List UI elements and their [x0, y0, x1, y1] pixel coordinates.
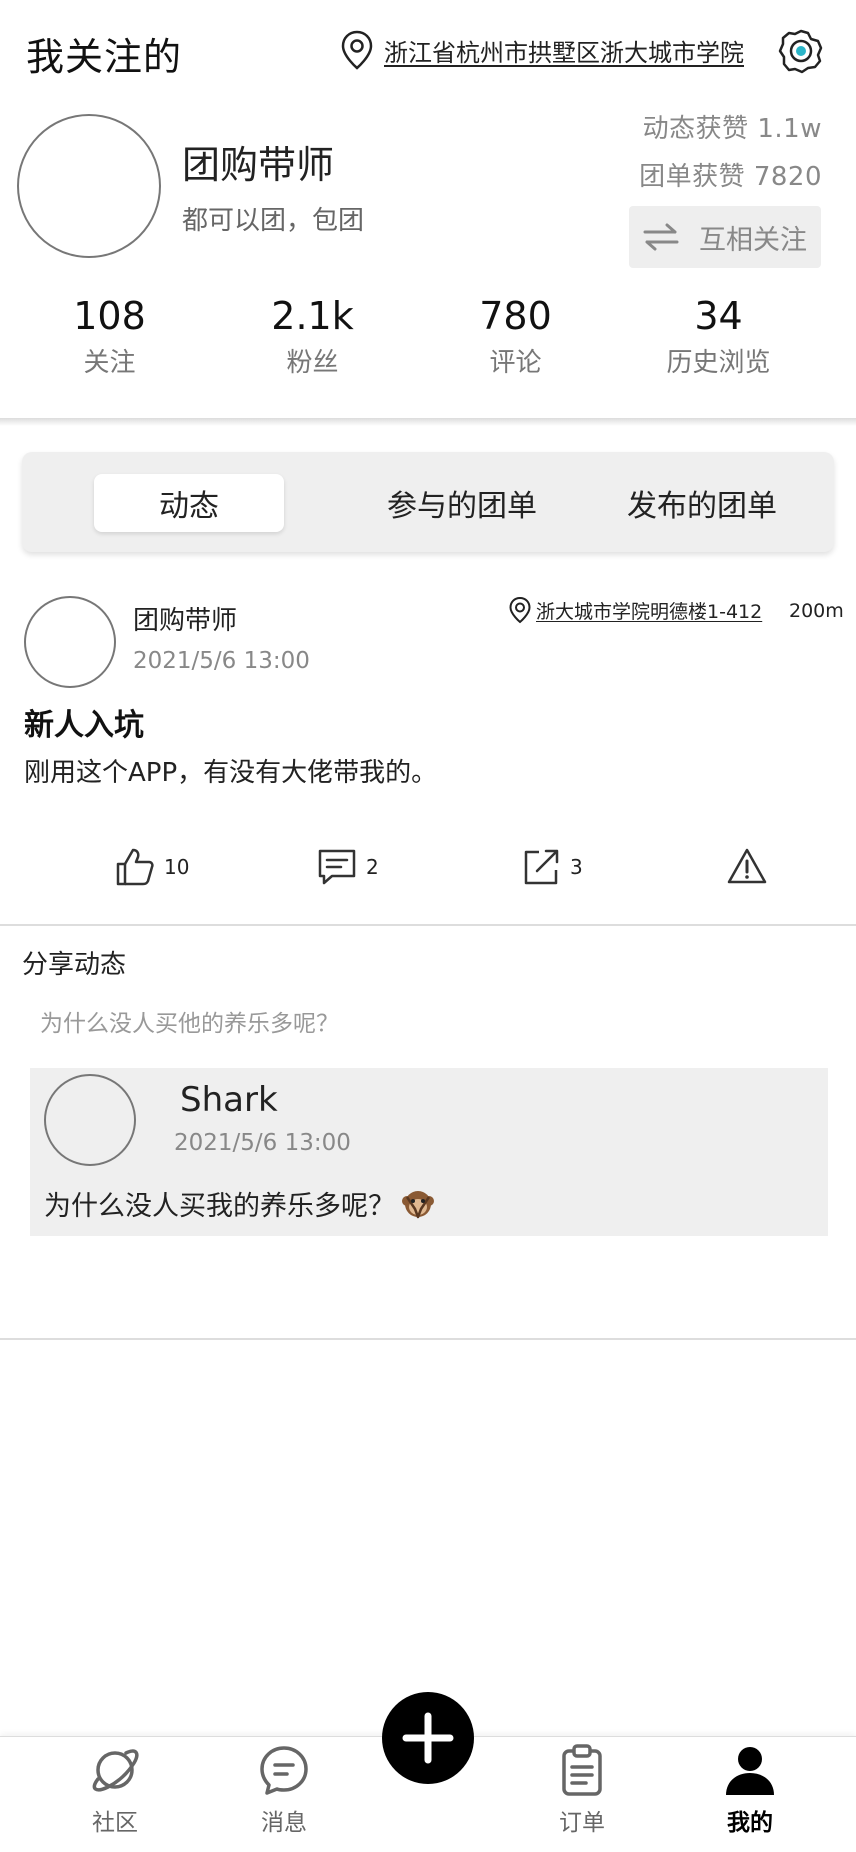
stat-label: 关注 [83, 348, 136, 378]
content-tabs: 动态 参与的团单 发布的团单 [22, 452, 834, 552]
map-pin-icon [341, 30, 373, 70]
share-button[interactable]: 3 [520, 846, 583, 888]
tab-joined-groups[interactable]: 参与的团单 [342, 474, 582, 532]
nav-label: 社区 [92, 1810, 138, 1836]
nav-messages[interactable]: 消息 [224, 1743, 344, 1837]
clipboard-icon [562, 1744, 602, 1796]
post-body: 刚用这个APP，有没有大佬带我的。 [24, 758, 438, 788]
stat-label: 评论 [489, 348, 542, 378]
stat-label: 历史浏览 [666, 348, 771, 378]
location-selector[interactable]: 浙江省杭州市拱墅区浙大城市学院 [340, 30, 744, 70]
stat-value: 34 [694, 294, 743, 338]
monkey-emoji-icon [402, 1190, 434, 1218]
section-divider [0, 924, 856, 926]
share-section-title: 分享动态 [22, 950, 127, 980]
nav-me[interactable]: 我的 [690, 1743, 810, 1837]
stat-value: 108 [73, 294, 146, 338]
nav-label: 消息 [261, 1810, 307, 1836]
section-divider [0, 1338, 856, 1340]
post-title: 新人入坑 [24, 708, 144, 743]
post-likes-stat: 动态获赞 1.1w [642, 114, 822, 144]
profile-divider-shadow [0, 418, 856, 426]
warning-icon [727, 848, 767, 884]
post-distance: 200m [789, 600, 844, 622]
message-icon [260, 1746, 308, 1795]
swap-arrows-icon [643, 223, 679, 251]
shared-text: 为什么没人买我的养乐多呢？ [44, 1191, 395, 1222]
planet-icon [92, 1749, 139, 1792]
post-actions: 10 2 3 [0, 846, 856, 896]
share-icon [524, 849, 559, 885]
nav-label: 我的 [727, 1810, 773, 1836]
post-author-avatar[interactable] [24, 596, 116, 688]
stat-value: 2.1k [271, 294, 354, 338]
post-location-text[interactable]: 浙大城市学院明德楼1-412 [536, 597, 762, 624]
post-time: 2021/5/6 13:00 [133, 648, 310, 674]
shared-author[interactable]: Shark [180, 1080, 278, 1120]
post-location[interactable]: 浙大城市学院明德楼1-412 [508, 596, 762, 624]
like-button[interactable]: 10 [114, 846, 189, 888]
thumbs-up-icon [116, 848, 154, 886]
location-text[interactable]: 浙江省杭州市拱墅区浙大城市学院 [384, 33, 744, 68]
mutual-follow-button[interactable]: 互相关注 [629, 206, 821, 268]
report-button[interactable] [726, 846, 768, 888]
group-likes-stat: 团单获赞 7820 [639, 162, 822, 192]
share-caption: 为什么没人买他的养乐多呢？ [40, 1011, 339, 1037]
post-author[interactable]: 团购带师 [133, 600, 237, 637]
tab-published-groups[interactable]: 发布的团单 [582, 474, 822, 532]
nav-community[interactable]: 社区 [55, 1743, 175, 1837]
profile-name: 团购带师 [182, 143, 335, 187]
profile-avatar[interactable] [17, 114, 161, 258]
shared-time: 2021/5/6 13:00 [174, 1130, 351, 1156]
stat-comments[interactable]: 780 评论 [414, 294, 617, 379]
nav-label: 订单 [559, 1810, 605, 1836]
comment-button[interactable]: 2 [316, 846, 379, 888]
stat-label: 粉丝 [286, 348, 339, 378]
plus-icon [402, 1712, 454, 1764]
page-title: 我关注的 [26, 35, 183, 79]
share-count: 3 [570, 855, 583, 879]
follow-button-label: 互相关注 [699, 224, 807, 256]
map-pin-icon [509, 596, 531, 624]
user-icon [726, 1747, 774, 1795]
nav-orders[interactable]: 订单 [522, 1743, 642, 1837]
stat-following[interactable]: 108 关注 [8, 294, 211, 379]
stat-followers[interactable]: 2.1k 粉丝 [211, 294, 414, 379]
shared-author-avatar[interactable] [44, 1074, 136, 1166]
stat-value: 780 [479, 294, 552, 338]
comment-count: 2 [366, 855, 379, 879]
tab-posts[interactable]: 动态 [94, 474, 284, 532]
comment-icon [318, 849, 356, 885]
shared-text-row: 为什么没人买我的养乐多呢？ [44, 1184, 435, 1223]
like-count: 10 [164, 855, 190, 879]
profile-bio: 都可以团，包团 [182, 206, 365, 236]
gear-icon[interactable] [778, 28, 824, 74]
profile-stats: 108 关注 2.1k 粉丝 780 评论 34 历史浏览 [0, 294, 856, 379]
stat-history[interactable]: 34 历史浏览 [617, 294, 820, 379]
create-post-button[interactable] [382, 1692, 474, 1784]
shared-post-card[interactable]: Shark 2021/5/6 13:00 为什么没人买我的养乐多呢？ [30, 1068, 828, 1236]
